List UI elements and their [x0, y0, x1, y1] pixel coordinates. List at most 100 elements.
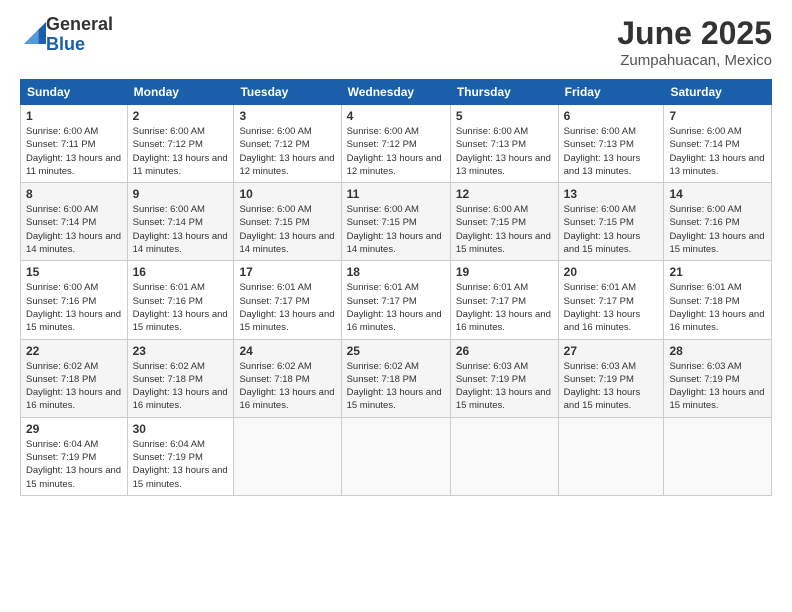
empty-cell [450, 417, 558, 495]
table-row: 17 Sunrise: 6:01 AMSunset: 7:17 PMDaylig… [234, 261, 341, 339]
header: General Blue June 2025 Zumpahuacan, Mexi… [20, 15, 772, 69]
day-number: 27 [564, 344, 659, 358]
day-info: Sunrise: 6:01 AMSunset: 7:16 PMDaylight:… [133, 281, 229, 334]
calendar-week-row: 1 Sunrise: 6:00 AMSunset: 7:11 PMDayligh… [21, 105, 772, 183]
day-number: 28 [669, 344, 766, 358]
day-info: Sunrise: 6:01 AMSunset: 7:17 PMDaylight:… [239, 281, 335, 334]
table-row: 15 Sunrise: 6:00 AMSunset: 7:16 PMDaylig… [21, 261, 128, 339]
title-block: June 2025 Zumpahuacan, Mexico [617, 15, 772, 69]
col-thursday: Thursday [450, 80, 558, 105]
calendar-week-row: 29 Sunrise: 6:04 AMSunset: 7:19 PMDaylig… [21, 417, 772, 495]
day-number: 12 [456, 187, 553, 201]
day-number: 29 [26, 422, 122, 436]
table-row: 8 Sunrise: 6:00 AMSunset: 7:14 PMDayligh… [21, 183, 128, 261]
day-info: Sunrise: 6:00 AMSunset: 7:14 PMDaylight:… [133, 203, 229, 256]
day-info: Sunrise: 6:00 AMSunset: 7:15 PMDaylight:… [564, 203, 659, 256]
day-number: 18 [347, 265, 445, 279]
day-info: Sunrise: 6:01 AMSunset: 7:17 PMDaylight:… [456, 281, 553, 334]
day-info: Sunrise: 6:02 AMSunset: 7:18 PMDaylight:… [26, 360, 122, 413]
calendar-header-row: Sunday Monday Tuesday Wednesday Thursday… [21, 80, 772, 105]
col-friday: Friday [558, 80, 664, 105]
table-row: 16 Sunrise: 6:01 AMSunset: 7:16 PMDaylig… [127, 261, 234, 339]
day-number: 2 [133, 109, 229, 123]
day-info: Sunrise: 6:04 AMSunset: 7:19 PMDaylight:… [26, 438, 122, 491]
day-number: 13 [564, 187, 659, 201]
day-number: 14 [669, 187, 766, 201]
day-number: 6 [564, 109, 659, 123]
day-info: Sunrise: 6:00 AMSunset: 7:12 PMDaylight:… [239, 125, 335, 178]
logo-icon [24, 22, 46, 44]
table-row: 28 Sunrise: 6:03 AMSunset: 7:19 PMDaylig… [664, 339, 772, 417]
day-number: 7 [669, 109, 766, 123]
table-row: 5 Sunrise: 6:00 AMSunset: 7:13 PMDayligh… [450, 105, 558, 183]
day-number: 25 [347, 344, 445, 358]
calendar-week-row: 8 Sunrise: 6:00 AMSunset: 7:14 PMDayligh… [21, 183, 772, 261]
day-number: 3 [239, 109, 335, 123]
day-info: Sunrise: 6:00 AMSunset: 7:13 PMDaylight:… [564, 125, 659, 178]
table-row: 11 Sunrise: 6:00 AMSunset: 7:15 PMDaylig… [341, 183, 450, 261]
day-info: Sunrise: 6:00 AMSunset: 7:14 PMDaylight:… [669, 125, 766, 178]
day-info: Sunrise: 6:00 AMSunset: 7:15 PMDaylight:… [239, 203, 335, 256]
day-info: Sunrise: 6:00 AMSunset: 7:12 PMDaylight:… [347, 125, 445, 178]
table-row: 29 Sunrise: 6:04 AMSunset: 7:19 PMDaylig… [21, 417, 128, 495]
day-number: 23 [133, 344, 229, 358]
col-wednesday: Wednesday [341, 80, 450, 105]
table-row: 14 Sunrise: 6:00 AMSunset: 7:16 PMDaylig… [664, 183, 772, 261]
logo-general-text: General [46, 15, 113, 35]
day-info: Sunrise: 6:00 AMSunset: 7:13 PMDaylight:… [456, 125, 553, 178]
table-row: 30 Sunrise: 6:04 AMSunset: 7:19 PMDaylig… [127, 417, 234, 495]
table-row: 25 Sunrise: 6:02 AMSunset: 7:18 PMDaylig… [341, 339, 450, 417]
empty-cell [341, 417, 450, 495]
calendar-table: Sunday Monday Tuesday Wednesday Thursday… [20, 79, 772, 496]
table-row: 6 Sunrise: 6:00 AMSunset: 7:13 PMDayligh… [558, 105, 664, 183]
day-info: Sunrise: 6:00 AMSunset: 7:15 PMDaylight:… [347, 203, 445, 256]
day-info: Sunrise: 6:04 AMSunset: 7:19 PMDaylight:… [133, 438, 229, 491]
empty-cell [234, 417, 341, 495]
table-row: 3 Sunrise: 6:00 AMSunset: 7:12 PMDayligh… [234, 105, 341, 183]
day-info: Sunrise: 6:01 AMSunset: 7:17 PMDaylight:… [564, 281, 659, 334]
table-row: 27 Sunrise: 6:03 AMSunset: 7:19 PMDaylig… [558, 339, 664, 417]
logo: General Blue [20, 15, 113, 55]
day-info: Sunrise: 6:00 AMSunset: 7:16 PMDaylight:… [26, 281, 122, 334]
table-row: 21 Sunrise: 6:01 AMSunset: 7:18 PMDaylig… [664, 261, 772, 339]
table-row: 23 Sunrise: 6:02 AMSunset: 7:18 PMDaylig… [127, 339, 234, 417]
day-number: 11 [347, 187, 445, 201]
table-row: 26 Sunrise: 6:03 AMSunset: 7:19 PMDaylig… [450, 339, 558, 417]
table-row: 13 Sunrise: 6:00 AMSunset: 7:15 PMDaylig… [558, 183, 664, 261]
day-number: 17 [239, 265, 335, 279]
table-row: 12 Sunrise: 6:00 AMSunset: 7:15 PMDaylig… [450, 183, 558, 261]
page: General Blue June 2025 Zumpahuacan, Mexi… [0, 0, 792, 612]
calendar-week-row: 15 Sunrise: 6:00 AMSunset: 7:16 PMDaylig… [21, 261, 772, 339]
empty-cell [664, 417, 772, 495]
table-row: 1 Sunrise: 6:00 AMSunset: 7:11 PMDayligh… [21, 105, 128, 183]
day-info: Sunrise: 6:03 AMSunset: 7:19 PMDaylight:… [564, 360, 659, 413]
logo-blue-text: Blue [46, 35, 113, 55]
day-number: 5 [456, 109, 553, 123]
day-info: Sunrise: 6:03 AMSunset: 7:19 PMDaylight:… [456, 360, 553, 413]
day-number: 19 [456, 265, 553, 279]
table-row: 19 Sunrise: 6:01 AMSunset: 7:17 PMDaylig… [450, 261, 558, 339]
day-number: 15 [26, 265, 122, 279]
table-row: 7 Sunrise: 6:00 AMSunset: 7:14 PMDayligh… [664, 105, 772, 183]
table-row: 2 Sunrise: 6:00 AMSunset: 7:12 PMDayligh… [127, 105, 234, 183]
table-row: 18 Sunrise: 6:01 AMSunset: 7:17 PMDaylig… [341, 261, 450, 339]
subtitle: Zumpahuacan, Mexico [617, 52, 772, 69]
col-sunday: Sunday [21, 80, 128, 105]
day-info: Sunrise: 6:00 AMSunset: 7:16 PMDaylight:… [669, 203, 766, 256]
table-row: 10 Sunrise: 6:00 AMSunset: 7:15 PMDaylig… [234, 183, 341, 261]
col-monday: Monday [127, 80, 234, 105]
table-row: 24 Sunrise: 6:02 AMSunset: 7:18 PMDaylig… [234, 339, 341, 417]
day-info: Sunrise: 6:02 AMSunset: 7:18 PMDaylight:… [347, 360, 445, 413]
day-number: 8 [26, 187, 122, 201]
day-info: Sunrise: 6:01 AMSunset: 7:17 PMDaylight:… [347, 281, 445, 334]
day-number: 10 [239, 187, 335, 201]
logo-text: General Blue [46, 15, 113, 55]
calendar-week-row: 22 Sunrise: 6:02 AMSunset: 7:18 PMDaylig… [21, 339, 772, 417]
day-number: 9 [133, 187, 229, 201]
table-row: 20 Sunrise: 6:01 AMSunset: 7:17 PMDaylig… [558, 261, 664, 339]
table-row: 4 Sunrise: 6:00 AMSunset: 7:12 PMDayligh… [341, 105, 450, 183]
day-number: 22 [26, 344, 122, 358]
day-info: Sunrise: 6:00 AMSunset: 7:14 PMDaylight:… [26, 203, 122, 256]
table-row: 22 Sunrise: 6:02 AMSunset: 7:18 PMDaylig… [21, 339, 128, 417]
day-number: 30 [133, 422, 229, 436]
